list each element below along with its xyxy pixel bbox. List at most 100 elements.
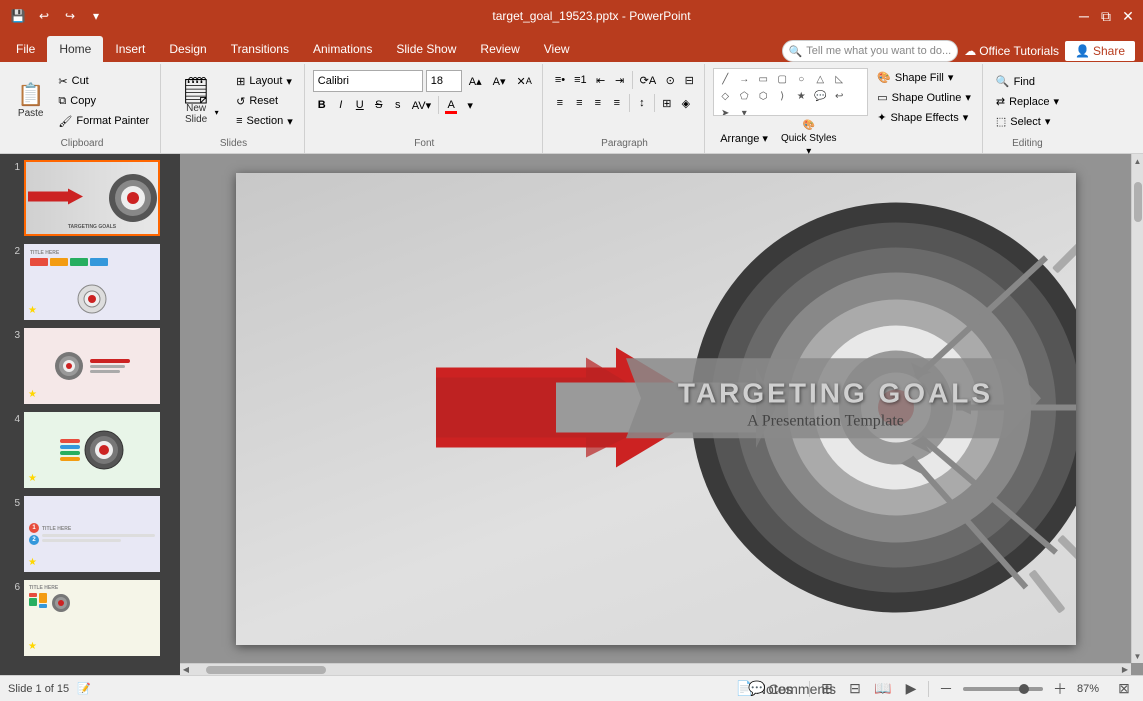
vertical-scroll-thumb[interactable] [1134, 182, 1142, 222]
font-color-dropdown[interactable]: ▾ [461, 95, 479, 115]
slide-thumb-6[interactable]: 6 TITLE HERE [4, 578, 176, 658]
restore-button[interactable]: ⧉ [1099, 9, 1113, 23]
layout-button[interactable]: ⊞ Layout ▾ [231, 72, 298, 91]
ellipse-shape[interactable]: ○ [792, 71, 810, 87]
right-triangle-shape[interactable]: ◺ [830, 71, 848, 87]
decrease-font-button[interactable]: A▾ [489, 71, 510, 91]
office-tutorials-link[interactable]: ☁ Office Tutorials [964, 44, 1059, 58]
vertical-scrollbar[interactable]: ▲ ▼ [1131, 154, 1143, 663]
fit-window-button[interactable]: ⊠ [1113, 678, 1135, 700]
reset-button[interactable]: ↺ Reset [231, 92, 298, 111]
tab-design[interactable]: Design [157, 36, 218, 62]
slide-thumb-3[interactable]: 3 ★ [4, 326, 176, 406]
find-button[interactable]: 🔍 Find [991, 72, 1064, 91]
line-spacing-button[interactable]: ↕ [633, 93, 651, 113]
slide-canvas[interactable]: TARGETING GOALS A Presentation Template [236, 173, 1076, 645]
horizontal-scrollbar[interactable]: ◀ ▶ [180, 663, 1131, 675]
shape-effects-button[interactable]: ✦ Shape Effects ▾ [872, 108, 976, 127]
font-name-input[interactable] [313, 70, 423, 92]
reading-view-button[interactable]: 📖 [872, 678, 894, 700]
text-direction-button[interactable]: ⟳A [636, 70, 661, 90]
slideshow-view-button[interactable]: ▶ [900, 678, 922, 700]
horizontal-scroll-thumb[interactable] [206, 666, 326, 674]
clear-format-button[interactable]: ✕A [513, 71, 536, 91]
align-right-button[interactable]: ≡ [589, 93, 607, 113]
tab-review[interactable]: Review [468, 36, 531, 62]
comments-button[interactable]: 💬 Comments [781, 678, 803, 700]
undo-icon[interactable]: ↩ [34, 6, 54, 26]
tab-animations[interactable]: Animations [301, 36, 384, 62]
convert-smartart-button[interactable]: ⊙ [661, 70, 679, 90]
character-spacing-button[interactable]: AV▾ [408, 95, 435, 115]
slide-thumb-4[interactable]: 4 ★ [4, 410, 176, 490]
bullets-button[interactable]: ≡• [551, 70, 569, 90]
line-shape[interactable]: ╱ [716, 71, 734, 87]
scroll-right-button[interactable]: ▶ [1119, 663, 1131, 676]
block-arrow-shape[interactable]: ➤ [716, 105, 734, 116]
hexagon-shape[interactable]: ⬡ [754, 88, 772, 104]
close-button[interactable]: ✕ [1121, 9, 1135, 23]
slide-thumb-1[interactable]: 1 [4, 158, 176, 238]
star-shape[interactable]: ★ [792, 88, 810, 104]
curved-arrow-shape[interactable]: ↩ [830, 88, 848, 104]
tab-view[interactable]: View [532, 36, 582, 62]
zoom-in-button[interactable]: ＋ [1049, 678, 1071, 700]
rect-shape[interactable]: ▭ [754, 71, 772, 87]
slide-sorter-button[interactable]: ⊟ [844, 678, 866, 700]
text-shadow-button[interactable]: s [389, 95, 407, 115]
format-painter-button[interactable]: 🖌 Format Painter [53, 112, 154, 131]
scroll-left-button[interactable]: ◀ [180, 663, 192, 676]
shape-fill-button[interactable]: 🎨 Shape Fill ▾ [872, 68, 976, 87]
normal-view-button[interactable]: ⊞ [816, 678, 838, 700]
paste-button[interactable]: 📋 Paste [10, 73, 51, 129]
bold-button[interactable]: B [313, 95, 331, 115]
font-color-button[interactable]: A [442, 95, 460, 115]
scroll-down-button[interactable]: ▼ [1132, 649, 1143, 663]
arrow-shape[interactable]: → [735, 71, 753, 87]
slide-thumb-5[interactable]: 5 1 2 TITLE HERE ★ [4, 494, 176, 574]
save-icon[interactable]: 💾 [8, 6, 28, 26]
numbering-button[interactable]: ≡1 [570, 70, 591, 90]
zoom-out-button[interactable]: － [935, 678, 957, 700]
zoom-slider[interactable] [963, 687, 1043, 691]
tab-file[interactable]: File [4, 36, 47, 62]
redo-icon[interactable]: ↪ [60, 6, 80, 26]
tab-slideshow[interactable]: Slide Show [384, 36, 468, 62]
arrange-button[interactable]: Arrange ▾ [713, 129, 775, 149]
underline-button[interactable]: U [351, 95, 369, 115]
rounded-rect-shape[interactable]: ▢ [773, 71, 791, 87]
scroll-up-button[interactable]: ▲ [1132, 154, 1143, 168]
font-size-input[interactable] [426, 70, 462, 92]
tab-home[interactable]: Home [47, 36, 103, 62]
shape-outline-button[interactable]: ▭ Shape Outline ▾ [872, 88, 976, 107]
pentagon-shape[interactable]: ⬠ [735, 88, 753, 104]
justify-button[interactable]: ≡ [608, 93, 626, 113]
decrease-indent-button[interactable]: ⇤ [592, 70, 610, 90]
align-left-button[interactable]: ≡ [551, 93, 569, 113]
zoom-thumb[interactable] [1019, 684, 1029, 694]
more-shapes[interactable]: ▾ [735, 105, 753, 116]
italic-button[interactable]: I [332, 95, 350, 115]
replace-button[interactable]: ⇄ Replace ▾ [991, 92, 1064, 111]
tab-insert[interactable]: Insert [103, 36, 157, 62]
strikethrough-button[interactable]: S [370, 95, 388, 115]
copy-button[interactable]: ⧉ Copy [53, 92, 154, 111]
canvas-main[interactable]: TARGETING GOALS A Presentation Template [180, 154, 1131, 663]
increase-indent-button[interactable]: ⇥ [611, 70, 629, 90]
callout-shape[interactable]: 💬 [811, 88, 829, 104]
tab-transitions[interactable]: Transitions [219, 36, 301, 62]
select-button[interactable]: ⬚ Select ▾ [991, 112, 1064, 131]
align-center-button[interactable]: ≡ [570, 93, 588, 113]
minimize-button[interactable]: ─ [1077, 9, 1091, 23]
smartart-button2[interactable]: ◈ [677, 93, 695, 113]
customize-qat-icon[interactable]: ▾ [86, 6, 106, 26]
cut-button[interactable]: ✂ Cut [53, 72, 154, 91]
increase-font-button[interactable]: A▴ [465, 71, 486, 91]
slide-thumb-2[interactable]: 2 TITLE HERE [4, 242, 176, 322]
diamond-shape[interactable]: ◇ [716, 88, 734, 104]
text-columns-button[interactable]: ⊞ [658, 93, 676, 113]
chevron-shape[interactable]: ⟩ [773, 88, 791, 104]
section-button[interactable]: ≡ Section ▾ [231, 112, 298, 131]
share-button[interactable]: 👤 Share [1065, 41, 1135, 61]
column-button[interactable]: ⊟ [680, 70, 698, 90]
